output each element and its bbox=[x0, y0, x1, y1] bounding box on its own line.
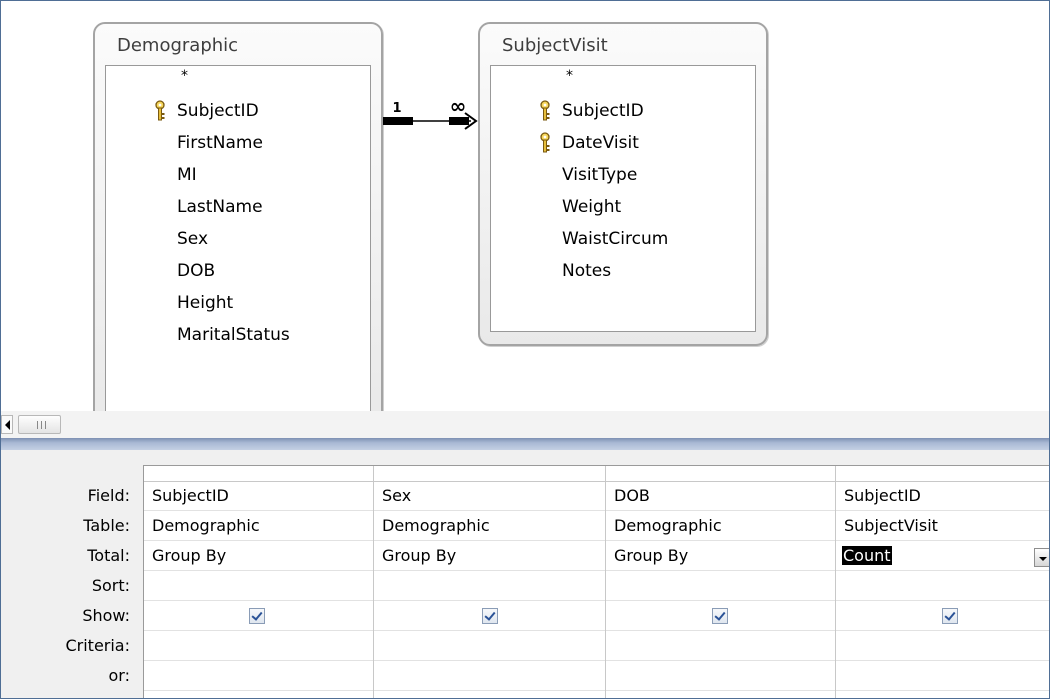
field-visittype[interactable]: VisitType bbox=[562, 160, 637, 190]
table-subjectvisit[interactable]: SubjectVisit * SubjectID DateVisit Visit… bbox=[478, 22, 768, 346]
field-subjectid[interactable]: SubjectID bbox=[177, 96, 259, 126]
table-value: SubjectVisit bbox=[844, 516, 938, 535]
row-label-field: Field: bbox=[87, 486, 130, 505]
column-selector[interactable] bbox=[144, 466, 373, 482]
table-cell[interactable]: Demographic bbox=[606, 512, 835, 541]
field-maritalstatus[interactable]: MaritalStatus bbox=[177, 320, 290, 350]
table-diagram-pane: Demographic * SubjectID FirstName MI Las… bbox=[1, 1, 1049, 429]
field-value: SubjectID bbox=[844, 486, 921, 505]
show-checkbox[interactable] bbox=[249, 608, 265, 624]
total-value-selected: Count bbox=[842, 546, 892, 565]
field-lastname[interactable]: LastName bbox=[177, 192, 263, 222]
total-cell[interactable]: Group By bbox=[144, 542, 373, 571]
table-cell[interactable]: SubjectVisit bbox=[836, 512, 1049, 541]
field-value: Sex bbox=[382, 486, 412, 505]
row-label-or: or: bbox=[108, 666, 130, 685]
relationship-line[interactable]: 1 ∞ bbox=[381, 96, 481, 136]
field-height[interactable]: Height bbox=[177, 288, 233, 318]
field-datevisit[interactable]: DateVisit bbox=[562, 128, 639, 158]
show-checkbox[interactable] bbox=[942, 608, 958, 624]
row-label-show: Show: bbox=[82, 606, 130, 625]
field-subjectid[interactable]: SubjectID bbox=[562, 96, 644, 126]
show-cell bbox=[144, 602, 373, 631]
primary-key-icon bbox=[540, 100, 550, 121]
grid-column: SubjectID SubjectVisit Count bbox=[836, 466, 1049, 698]
field-notes[interactable]: Notes bbox=[562, 256, 611, 286]
table-title[interactable]: SubjectVisit bbox=[502, 35, 608, 56]
total-value: Group By bbox=[382, 546, 457, 565]
field-list: * SubjectID FirstName MI LastName Sex DO… bbox=[105, 65, 371, 429]
sort-cell[interactable] bbox=[836, 572, 1049, 601]
grid-row-labels: Field: Table: Total: Sort: Show: Criteri… bbox=[1, 450, 143, 698]
field-value: DOB bbox=[614, 486, 650, 505]
column-selector[interactable] bbox=[836, 466, 1049, 482]
field-cell[interactable]: SubjectID bbox=[144, 482, 373, 511]
grip-icon bbox=[37, 421, 46, 429]
criteria-cell[interactable] bbox=[144, 632, 373, 661]
show-cell bbox=[836, 602, 1049, 631]
primary-key-icon bbox=[540, 132, 550, 153]
field-cell[interactable]: Sex bbox=[374, 482, 605, 511]
total-dropdown[interactable]: Count bbox=[836, 542, 1049, 571]
criteria-cell[interactable] bbox=[374, 632, 605, 661]
field-waistcircum[interactable]: WaistCircum bbox=[562, 224, 668, 254]
design-grid-pane: Field: Table: Total: Sort: Show: Criteri… bbox=[1, 450, 1049, 698]
sort-cell[interactable] bbox=[144, 572, 373, 601]
diagram-horizontal-scrollbar[interactable] bbox=[1, 411, 1049, 438]
grid-column: SubjectID Demographic Group By bbox=[144, 466, 374, 698]
or-cell[interactable] bbox=[374, 662, 605, 691]
row-label-sort: Sort: bbox=[91, 576, 130, 595]
field-value: SubjectID bbox=[152, 486, 229, 505]
table-value: Demographic bbox=[152, 516, 260, 535]
all-fields-star[interactable]: * bbox=[566, 68, 573, 84]
row-label-criteria: Criteria: bbox=[65, 636, 130, 655]
chevron-down-icon[interactable] bbox=[1034, 548, 1049, 567]
table-value: Demographic bbox=[614, 516, 722, 535]
field-cell[interactable]: SubjectID bbox=[836, 482, 1049, 511]
or-cell[interactable] bbox=[836, 662, 1049, 691]
row-label-table: Table: bbox=[83, 516, 130, 535]
grid-column: Sex Demographic Group By bbox=[374, 466, 606, 698]
query-design-window: Demographic * SubjectID FirstName MI Las… bbox=[0, 0, 1050, 699]
field-weight[interactable]: Weight bbox=[562, 192, 621, 222]
scroll-thumb[interactable] bbox=[18, 415, 61, 434]
many-side-label: ∞ bbox=[450, 96, 467, 118]
table-cell[interactable]: Demographic bbox=[144, 512, 373, 541]
field-dob[interactable]: DOB bbox=[177, 256, 215, 286]
total-cell[interactable]: Group By bbox=[374, 542, 605, 571]
table-cell[interactable]: Demographic bbox=[374, 512, 605, 541]
or-cell[interactable] bbox=[606, 662, 835, 691]
criteria-cell[interactable] bbox=[606, 632, 835, 661]
scroll-left-arrow-icon[interactable] bbox=[1, 415, 13, 434]
pane-splitter[interactable] bbox=[1, 438, 1049, 450]
table-demographic[interactable]: Demographic * SubjectID FirstName MI Las… bbox=[93, 22, 383, 429]
primary-key-icon bbox=[155, 100, 165, 121]
column-selector[interactable] bbox=[374, 466, 605, 482]
sort-cell[interactable] bbox=[606, 572, 835, 601]
field-mi[interactable]: MI bbox=[177, 160, 197, 190]
total-cell[interactable]: Group By bbox=[606, 542, 835, 571]
field-sex[interactable]: Sex bbox=[177, 224, 208, 254]
show-checkbox[interactable] bbox=[712, 608, 728, 624]
all-fields-star[interactable]: * bbox=[181, 68, 188, 84]
total-value: Group By bbox=[614, 546, 689, 565]
field-list: * SubjectID DateVisit VisitType Weight W… bbox=[490, 65, 756, 332]
table-value: Demographic bbox=[382, 516, 490, 535]
query-design-grid: SubjectID Demographic Group By Sex Demog… bbox=[143, 465, 1049, 698]
or-cell[interactable] bbox=[144, 662, 373, 691]
total-value: Group By bbox=[152, 546, 227, 565]
field-cell[interactable]: DOB bbox=[606, 482, 835, 511]
criteria-cell[interactable] bbox=[836, 632, 1049, 661]
table-title[interactable]: Demographic bbox=[117, 35, 238, 56]
show-checkbox[interactable] bbox=[482, 608, 498, 624]
show-cell bbox=[606, 602, 835, 631]
sort-cell[interactable] bbox=[374, 572, 605, 601]
grid-column: DOB Demographic Group By bbox=[606, 466, 836, 698]
field-firstname[interactable]: FirstName bbox=[177, 128, 263, 158]
one-side-label: 1 bbox=[392, 101, 401, 116]
column-selector[interactable] bbox=[606, 466, 835, 482]
row-label-total: Total: bbox=[87, 546, 130, 565]
show-cell bbox=[374, 602, 605, 631]
